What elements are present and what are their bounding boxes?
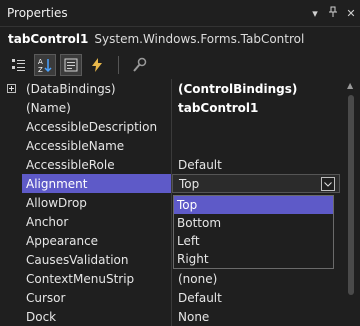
row-gutter <box>0 212 22 231</box>
panel-title: Properties <box>7 6 68 20</box>
categorized-button[interactable] <box>8 54 30 76</box>
close-icon[interactable]: ✕ <box>342 7 360 20</box>
window-options-icon[interactable]: ▾ <box>306 7 324 20</box>
object-selector[interactable]: tabControl1 System.Windows.Forms.TabCont… <box>0 27 360 51</box>
property-value-editor[interactable]: Top <box>172 174 340 193</box>
object-type: System.Windows.Forms.TabControl <box>94 32 305 46</box>
scroll-up-icon[interactable]: ▲ <box>347 81 353 90</box>
vertical-scrollbar[interactable]: ▲ <box>342 79 360 326</box>
property-name: Alignment <box>22 174 172 193</box>
wrench-icon <box>133 57 147 72</box>
property-row-contextmenustrip[interactable]: ContextMenuStrip (none) <box>0 269 340 288</box>
row-gutter <box>0 269 22 288</box>
chevron-down-icon <box>324 181 332 187</box>
sort-az-icon: A Z <box>38 58 52 73</box>
categorized-icon <box>12 59 25 71</box>
row-gutter <box>0 288 22 307</box>
property-value[interactable]: None <box>172 307 340 326</box>
dropdown-button[interactable] <box>321 177 335 191</box>
events-button[interactable] <box>86 54 108 76</box>
property-name: Appearance <box>22 231 172 250</box>
row-gutter <box>0 155 22 174</box>
row-gutter <box>0 174 22 193</box>
property-row-cursor[interactable]: Cursor Default <box>0 288 340 307</box>
alignment-dropdown-list[interactable]: Top Bottom Left Right <box>173 195 334 269</box>
property-name: (DataBindings) <box>22 79 172 98</box>
dropdown-option-top[interactable]: Top <box>174 196 333 214</box>
property-row-accessibledescription[interactable]: AccessibleDescription <box>0 117 340 136</box>
property-row-alignment[interactable]: Alignment Top <box>0 174 340 193</box>
property-name: AccessibleRole <box>22 155 172 174</box>
row-gutter <box>0 117 22 136</box>
properties-icon <box>64 58 78 72</box>
lightning-icon <box>92 58 102 72</box>
property-row-databindings[interactable]: (DataBindings) (ControlBindings) <box>0 79 340 98</box>
property-value[interactable]: (none) <box>172 269 340 288</box>
expand-icon[interactable] <box>6 84 16 93</box>
property-value[interactable]: Default <box>172 155 340 174</box>
expand-databindings[interactable] <box>0 79 22 98</box>
property-row-accessiblename[interactable]: AccessibleName <box>0 136 340 155</box>
row-gutter <box>0 307 22 326</box>
dropdown-option-right[interactable]: Right <box>174 250 333 268</box>
property-value[interactable]: (ControlBindings) <box>172 79 340 98</box>
row-gutter <box>0 136 22 155</box>
svg-text:A: A <box>38 58 43 66</box>
properties-button[interactable] <box>60 54 82 76</box>
pin-icon[interactable] <box>324 6 342 21</box>
dropdown-option-bottom[interactable]: Bottom <box>174 214 333 232</box>
alphabetical-button[interactable]: A Z <box>34 54 56 76</box>
dropdown-option-left[interactable]: Left <box>174 232 333 250</box>
property-name: (Name) <box>22 98 172 117</box>
property-name: Cursor <box>22 288 172 307</box>
property-name: CausesValidation <box>22 250 172 269</box>
property-name: AccessibleDescription <box>22 117 172 136</box>
property-name: AccessibleName <box>22 136 172 155</box>
property-value[interactable]: Top <box>179 177 199 191</box>
property-value[interactable]: tabControl1 <box>172 98 340 117</box>
row-gutter <box>0 250 22 269</box>
property-name: Anchor <box>22 212 172 231</box>
row-gutter <box>0 193 22 212</box>
property-row-dock[interactable]: Dock None <box>0 307 340 326</box>
scroll-thumb[interactable] <box>348 95 354 295</box>
property-name: ContextMenuStrip <box>22 269 172 288</box>
property-value[interactable]: Default <box>172 288 340 307</box>
property-value[interactable] <box>172 136 340 155</box>
row-gutter <box>0 98 22 117</box>
svg-text:Z: Z <box>38 66 43 73</box>
property-name: AllowDrop <box>22 193 172 212</box>
properties-title-bar: Properties ▾ ✕ <box>0 0 360 27</box>
property-value[interactable] <box>172 117 340 136</box>
object-name: tabControl1 <box>8 32 89 46</box>
property-name: Dock <box>22 307 172 326</box>
property-pages-button[interactable] <box>129 54 151 76</box>
properties-toolbar: A Z <box>0 52 360 78</box>
row-gutter <box>0 231 22 250</box>
property-row-accessiblerole[interactable]: AccessibleRole Default <box>0 155 340 174</box>
toolbar-divider <box>118 56 119 74</box>
property-row-name[interactable]: (Name) tabControl1 <box>0 98 340 117</box>
